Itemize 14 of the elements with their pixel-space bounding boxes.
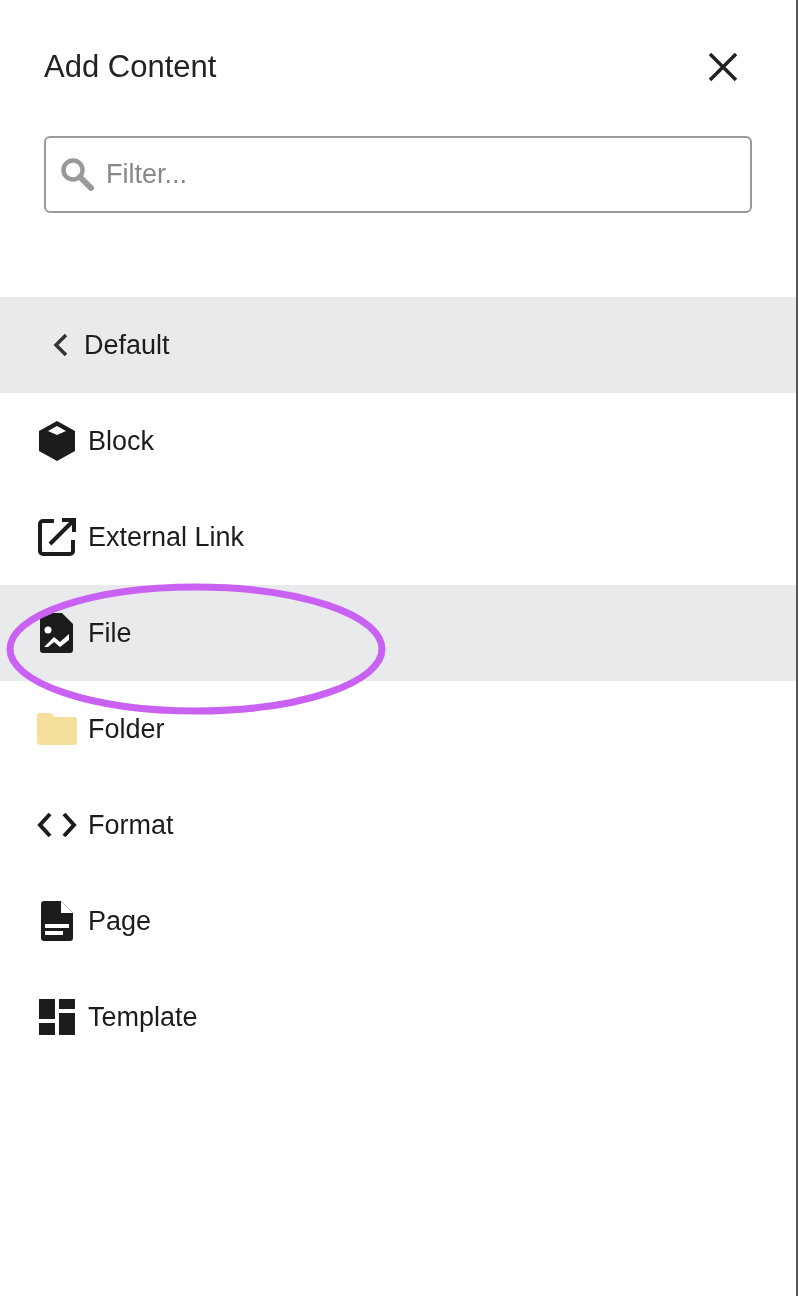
grid-layout-icon <box>39 999 75 1035</box>
search-field[interactable]: Filter... <box>44 136 752 213</box>
document-icon <box>41 901 73 941</box>
search-icon <box>60 157 94 191</box>
panel-title: Add Content <box>44 47 217 86</box>
close-icon[interactable] <box>708 52 738 82</box>
content-type-item[interactable]: File <box>0 585 796 681</box>
external-link-icon <box>38 518 76 556</box>
image-file-icon <box>40 613 74 653</box>
back-row[interactable]: Default <box>0 297 796 393</box>
chevron-left-icon <box>52 333 70 357</box>
code-icon <box>37 812 77 838</box>
folder-icon <box>37 713 77 745</box>
cube-icon <box>38 421 76 461</box>
